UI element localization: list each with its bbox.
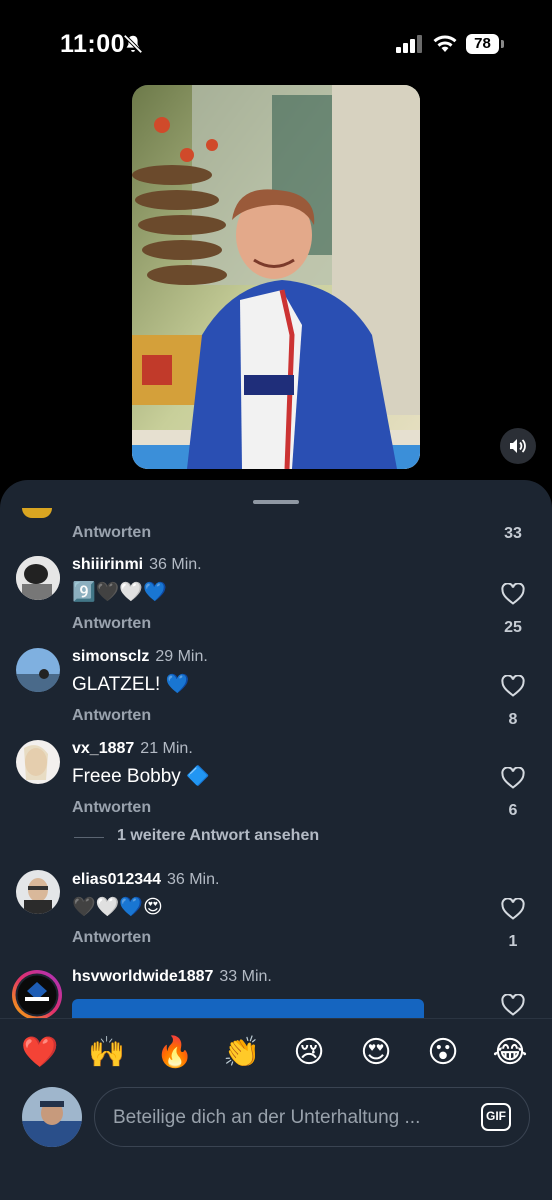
- comment-author[interactable]: hsvworldwide1887 33 Min.: [72, 968, 272, 986]
- comment-text: 9️⃣🖤🤍💙: [72, 582, 167, 603]
- reaction-heart[interactable]: ❤️: [20, 1033, 60, 1073]
- quick-reactions: ❤️ 🙌 🔥 👏 😢 😍 😮 😂: [0, 1033, 552, 1073]
- like-count: 1: [508, 933, 518, 950]
- comment-author[interactable]: elias012344 36 Min.: [72, 871, 219, 889]
- reaction-fire[interactable]: 🔥: [155, 1033, 195, 1073]
- reply-button[interactable]: Antworten: [72, 707, 151, 725]
- sheet-drag-handle[interactable]: [253, 500, 299, 504]
- comment-input[interactable]: Beteilige dich an der Unterhaltung ... G…: [94, 1087, 530, 1147]
- comment-author[interactable]: shiiirinmi 36 Min.: [72, 556, 202, 574]
- like-count: 33: [504, 525, 522, 542]
- reply-button[interactable]: Antworten: [72, 929, 151, 947]
- sound-toggle-button[interactable]: [500, 428, 536, 464]
- speaker-icon: [510, 439, 526, 453]
- video-preview[interactable]: [132, 85, 420, 469]
- reply-button[interactable]: Antworten: [72, 799, 151, 817]
- battery-indicator: 78: [466, 34, 504, 54]
- comment-time: 29 Min.: [155, 648, 208, 665]
- comment-text: 🖤🤍💙😍: [72, 897, 163, 918]
- comment-input-placeholder: Beteilige dich an der Unterhaltung ...: [113, 1107, 421, 1128]
- reaction-crying[interactable]: 😢: [289, 1033, 329, 1073]
- reply-button[interactable]: Antworten: [72, 524, 151, 542]
- like-count: 8: [508, 711, 518, 728]
- wifi-icon: [433, 35, 457, 52]
- heart-icon[interactable]: [501, 675, 525, 697]
- avatar[interactable]: [16, 648, 60, 692]
- battery-level: 78: [466, 34, 499, 54]
- current-user-avatar: [22, 1087, 82, 1147]
- avatar[interactable]: [16, 556, 60, 600]
- reaction-clap[interactable]: 👏: [222, 1033, 262, 1073]
- avatar[interactable]: [16, 740, 60, 784]
- heart-icon[interactable]: [501, 994, 525, 1016]
- bell-slash-icon: [123, 34, 143, 54]
- comment-time: 36 Min.: [166, 871, 220, 888]
- reaction-laughing[interactable]: 😂: [490, 1033, 530, 1073]
- comment-time: 33 Min.: [219, 968, 272, 985]
- avatar-image: [16, 740, 60, 784]
- heart-icon[interactable]: [501, 767, 525, 789]
- avatar[interactable]: [11, 969, 63, 1021]
- comment-time: 36 Min.: [149, 556, 202, 573]
- reply-button[interactable]: Antworten: [72, 615, 151, 633]
- battery-tip: [501, 40, 504, 48]
- avatar-image: [12, 970, 62, 1020]
- comment-composer-bar: ❤️ 🙌 🔥 👏 😢 😍 😮 😂 Beteilige dich an der U…: [0, 1018, 552, 1200]
- like-count: 6: [508, 802, 518, 819]
- reaction-surprised[interactable]: 😮: [423, 1033, 463, 1073]
- comment-author[interactable]: simonsclz 29 Min.: [72, 648, 208, 666]
- avatar-image: [16, 870, 60, 914]
- avatar-image: [16, 648, 60, 692]
- reaction-raised-hands[interactable]: 🙌: [87, 1033, 127, 1073]
- avatar-image: [16, 556, 60, 600]
- avatar[interactable]: [16, 870, 60, 914]
- replies-divider: [74, 837, 104, 838]
- comment-text: Freee Bobby 🔷: [72, 766, 210, 787]
- view-more-replies-link[interactable]: 1 weitere Antwort ansehen: [117, 827, 319, 845]
- avatar-image: [22, 1087, 82, 1147]
- comment-time: 21 Min.: [140, 740, 193, 757]
- gif-button[interactable]: GIF: [481, 1103, 511, 1131]
- status-time: 11:00: [60, 30, 126, 58]
- avatar: [22, 508, 52, 518]
- video-frame-image: [132, 85, 420, 469]
- cellular-signal-icon: [396, 35, 422, 53]
- heart-icon[interactable]: [501, 898, 525, 920]
- comment-author[interactable]: vx_1887 21 Min.: [72, 740, 193, 758]
- comment-text: GLATZEL! 💙: [72, 674, 190, 695]
- like-count: 25: [504, 619, 522, 636]
- heart-icon[interactable]: [501, 583, 525, 605]
- reaction-heart-eyes[interactable]: 😍: [356, 1033, 396, 1073]
- status-bar: 11:00 78: [0, 0, 552, 80]
